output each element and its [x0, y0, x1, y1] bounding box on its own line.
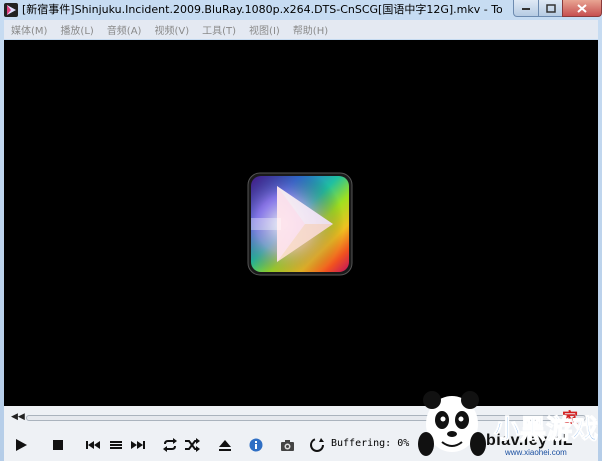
playlist-button[interactable]: [107, 436, 125, 454]
close-button[interactable]: [562, 0, 602, 17]
watermark-site: www.xiaohei.com: [505, 448, 567, 457]
camera-icon: [280, 439, 294, 451]
info-icon: [249, 438, 263, 452]
video-area[interactable]: [4, 40, 598, 406]
play-icon: [16, 439, 27, 451]
menu-tools[interactable]: 工具(T): [202, 22, 236, 37]
app-icon: [4, 3, 18, 17]
player-window: [新宿事件]Shinjuku.Incident.2009.BluRay.1080…: [0, 0, 602, 461]
info-button[interactable]: [247, 436, 265, 454]
next-button[interactable]: [129, 436, 147, 454]
buffering-status: Buffering: 0%: [331, 438, 410, 449]
minimize-button[interactable]: [513, 0, 539, 17]
menu-media[interactable]: 媒体(M): [11, 22, 47, 37]
previous-button[interactable]: [84, 436, 102, 454]
menu-help[interactable]: 帮助(H): [293, 22, 328, 37]
loop-icon: [163, 438, 177, 452]
minimize-icon: [522, 8, 530, 10]
previous-icon: [86, 441, 100, 449]
eject-icon: [219, 439, 231, 451]
menu-playback[interactable]: 播放(L): [60, 22, 93, 37]
menu-video[interactable]: 视频(V): [154, 22, 189, 37]
next-icon: [131, 441, 145, 449]
maximize-button[interactable]: [538, 0, 563, 17]
rewind-icon[interactable]: ◀◀: [11, 412, 25, 422]
snapshot-button[interactable]: [278, 436, 296, 454]
stop-button[interactable]: [49, 436, 67, 454]
maximize-icon: [545, 3, 556, 13]
close-icon: [577, 3, 587, 13]
play-button[interactable]: [12, 436, 30, 454]
watermark-big-text: 小黑游戏: [494, 415, 598, 445]
shuffle-button[interactable]: [183, 436, 201, 454]
eject-button[interactable]: [216, 436, 234, 454]
spinner-icon: [310, 438, 324, 452]
shuffle-icon: [185, 438, 200, 452]
title-bar: [新宿事件]Shinjuku.Incident.2009.BluRay.1080…: [0, 0, 602, 20]
window-title: [新宿事件]Shinjuku.Incident.2009.BluRay.1080…: [22, 3, 502, 16]
playlist-icon: [110, 441, 122, 449]
loop-button[interactable]: [161, 436, 179, 454]
menu-bar: 媒体(M) 播放(L) 音频(A) 视频(V) 工具(T) 视图(I) 帮助(H…: [4, 20, 598, 39]
buffering-indicator: [308, 436, 326, 454]
stop-icon: [53, 440, 63, 450]
player-logo-icon: [247, 172, 353, 276]
menu-view[interactable]: 视图(I): [249, 22, 280, 37]
menu-audio[interactable]: 音频(A): [107, 22, 142, 37]
